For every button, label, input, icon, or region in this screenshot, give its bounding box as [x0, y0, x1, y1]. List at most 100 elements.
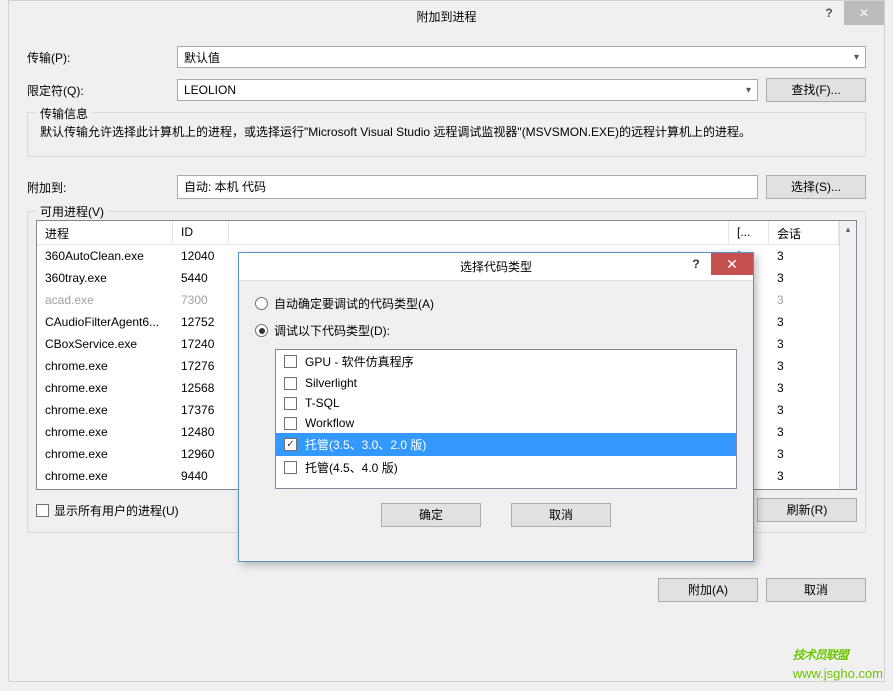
main-title: 附加到进程	[416, 8, 476, 25]
show-all-label: 显示所有用户的进程(U)	[54, 502, 179, 519]
inner-titlebar-buttons: ? ✕	[681, 253, 753, 275]
inner-bottom-buttons: 确定 取消	[255, 503, 737, 527]
code-type-item[interactable]: T-SQL	[276, 393, 736, 413]
code-type-label: Silverlight	[305, 376, 357, 390]
inner-close-button[interactable]: ✕	[711, 253, 753, 275]
code-type-item[interactable]: Silverlight	[276, 373, 736, 393]
transport-info-fieldset: 传输信息 默认传输允许选择此计算机上的进程，或选择运行"Microsoft Vi…	[27, 112, 866, 157]
attach-button[interactable]: 附加(A)	[658, 578, 758, 602]
select-code-type-dialog: 选择代码类型 ? ✕ 自动确定要调试的代码类型(A) 调试以下代码类型(D): …	[238, 252, 754, 562]
checkbox-icon	[284, 377, 297, 390]
cell-process: chrome.exe	[37, 445, 173, 463]
cell-process: chrome.exe	[37, 423, 173, 441]
help-button[interactable]: ?	[814, 1, 844, 25]
code-type-list[interactable]: GPU - 软件仿真程序 Silverlight T-SQL Workflow 托管(3…	[275, 349, 737, 489]
cell-process: chrome.exe	[37, 401, 173, 419]
auto-detect-label: 自动确定要调试的代码类型(A)	[274, 295, 434, 312]
checkbox-icon	[284, 355, 297, 368]
dialog-bottom-buttons: 附加(A) 取消	[9, 578, 884, 612]
attach-to-value: 自动: 本机 代码	[177, 175, 758, 199]
qualifier-row: 限定符(Q): LEOLION ▾ 查找(F)...	[27, 78, 866, 102]
cell-id: 12960	[173, 445, 229, 463]
cell-session: 3	[769, 357, 839, 375]
col-id[interactable]: ID	[173, 221, 229, 244]
cell-id: 17276	[173, 357, 229, 375]
cell-session: 3	[769, 291, 839, 309]
col-title2[interactable]: [...	[729, 221, 769, 244]
code-type-item[interactable]: GPU - 软件仿真程序	[276, 350, 736, 373]
titlebar-buttons: ? ✕	[814, 1, 884, 25]
code-type-label: T-SQL	[305, 396, 340, 410]
cell-process: 360AutoClean.exe	[37, 247, 173, 265]
cell-id: 17376	[173, 401, 229, 419]
inner-help-button[interactable]: ?	[681, 253, 711, 275]
cell-id: 5440	[173, 269, 229, 287]
attach-to-label: 附加到:	[27, 179, 177, 196]
available-processes-legend: 可用进程(V)	[36, 203, 108, 220]
cell-session: 3	[769, 445, 839, 463]
code-type-label: 托管(4.5、4.0 版)	[305, 459, 398, 476]
qualifier-select[interactable]: LEOLION ▾	[177, 79, 758, 101]
show-all-users-checkbox[interactable]: 显示所有用户的进程(U)	[36, 502, 179, 519]
qualifier-label: 限定符(Q):	[27, 82, 177, 99]
col-title[interactable]	[229, 221, 729, 244]
checkbox-icon	[284, 438, 297, 451]
cell-id: 7300	[173, 291, 229, 309]
cell-process: acad.exe	[37, 291, 173, 309]
cell-id: 17240	[173, 335, 229, 353]
cell-id: 12480	[173, 423, 229, 441]
checkbox-icon	[284, 397, 297, 410]
cell-session: 3	[769, 247, 839, 265]
transport-row: 传输(P): 默认值 ▾	[27, 46, 866, 68]
cell-process: chrome.exe	[37, 467, 173, 485]
table-header: 进程 ID [... 会话	[37, 221, 839, 245]
inner-title: 选择代码类型	[460, 258, 532, 275]
refresh-button[interactable]: 刷新(R)	[757, 498, 857, 522]
code-type-item[interactable]: 托管(4.5、4.0 版)	[276, 456, 736, 479]
code-type-item[interactable]: 托管(3.5、3.0、2.0 版)	[276, 433, 736, 456]
close-button[interactable]: ✕	[844, 1, 884, 25]
debug-types-label: 调试以下代码类型(D):	[274, 322, 390, 339]
chevron-down-icon: ▾	[854, 52, 859, 63]
inner-cancel-button[interactable]: 取消	[511, 503, 611, 527]
code-type-label: Workflow	[305, 416, 354, 430]
code-type-item[interactable]: Workflow	[276, 413, 736, 433]
code-type-label: GPU - 软件仿真程序	[305, 353, 414, 370]
inner-body: 自动确定要调试的代码类型(A) 调试以下代码类型(D): GPU - 软件仿真程…	[239, 281, 753, 541]
cell-session: 3	[769, 423, 839, 441]
transport-info-text: 默认传输允许选择此计算机上的进程，或选择运行"Microsoft Visual …	[40, 123, 853, 142]
cell-session: 3	[769, 269, 839, 287]
cell-process: CAudioFilterAgent6...	[37, 313, 173, 331]
select-button[interactable]: 选择(S)...	[766, 175, 866, 199]
chevron-down-icon: ▾	[746, 85, 751, 96]
auto-detect-radio[interactable]: 自动确定要调试的代码类型(A)	[255, 295, 737, 312]
cell-id: 12752	[173, 313, 229, 331]
cell-id: 12568	[173, 379, 229, 397]
checkbox-icon	[284, 417, 297, 430]
cell-process: chrome.exe	[37, 379, 173, 397]
radio-icon	[255, 297, 268, 310]
qualifier-value: LEOLION	[184, 83, 236, 97]
cell-id: 12040	[173, 247, 229, 265]
ok-button[interactable]: 确定	[381, 503, 481, 527]
cell-process: CBoxService.exe	[37, 335, 173, 353]
col-session[interactable]: 会话	[769, 221, 839, 244]
main-titlebar: 附加到进程 ? ✕	[9, 1, 884, 31]
find-button[interactable]: 查找(F)...	[766, 78, 866, 102]
checkbox-icon	[284, 461, 297, 474]
col-process[interactable]: 进程	[37, 221, 173, 244]
transport-select[interactable]: 默认值 ▾	[177, 46, 866, 68]
debug-types-radio[interactable]: 调试以下代码类型(D):	[255, 322, 737, 339]
transport-label: 传输(P):	[27, 49, 177, 66]
scroll-up-icon[interactable]: ▴	[840, 221, 856, 238]
transport-value: 默认值	[184, 49, 220, 66]
transport-info-legend: 传输信息	[36, 105, 92, 122]
cell-session: 3	[769, 313, 839, 331]
vertical-scrollbar[interactable]: ▴	[839, 221, 856, 489]
cell-session: 3	[769, 467, 839, 485]
cell-process: 360tray.exe	[37, 269, 173, 287]
cancel-button[interactable]: 取消	[766, 578, 866, 602]
cell-session: 3	[769, 379, 839, 397]
cell-session: 3	[769, 335, 839, 353]
cell-process: chrome.exe	[37, 357, 173, 375]
